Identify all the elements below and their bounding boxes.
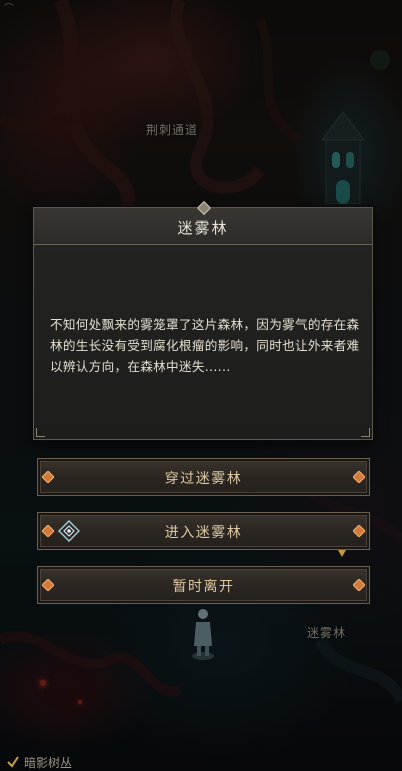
corner-ornament [36,428,45,437]
dialog-body: 不知何处飘来的雾笼罩了这片森林，因为雾气的存在森林的生长没有受到腐化根瘤的影响，… [34,245,372,439]
option-enter-button[interactable]: 进入迷雾林 [37,512,370,550]
option-pass-through-button[interactable]: 穿过迷雾林 [37,458,370,496]
location-dialog: 迷雾林 不知何处飘来的雾笼罩了这片森林，因为雾气的存在森林的生长没有受到腐化根瘤… [33,200,373,440]
option-label: 进入迷雾林 [164,525,243,541]
diamond-gem-icon [353,525,365,537]
dialog-title: 迷雾林 [177,219,229,237]
diamond-gem-icon [353,579,365,591]
scroll-hint-arrow-icon [338,550,346,557]
corner-ornament [361,428,370,437]
option-label: 暂时离开 [172,579,235,595]
option-label: 穿过迷雾林 [164,471,243,487]
dialog-header: 迷雾林 [34,200,372,245]
check-icon[interactable] [6,755,20,769]
map-label-shadow-thicket[interactable]: 暗影树丛 [24,754,72,771]
option-leave-button[interactable]: 暂时离开 [37,566,370,604]
dialog-description: 不知何处飘来的雾笼罩了这片森林，因为雾气的存在森林的生长没有受到腐化根瘤的影响，… [50,317,360,374]
diamond-gem-icon [353,471,365,483]
